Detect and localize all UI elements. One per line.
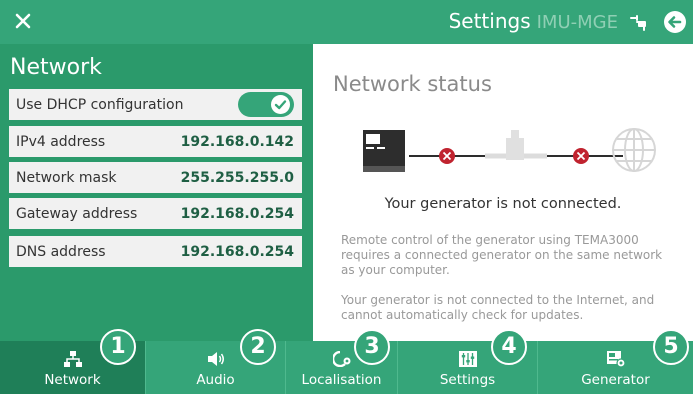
dhcp-row[interactable]: Use DHCP configuration: [9, 89, 302, 120]
dns-row[interactable]: DNS address 192.168.0.254: [9, 236, 302, 267]
tab-label: Audio: [196, 372, 235, 388]
dhcp-toggle[interactable]: [238, 92, 294, 117]
gateway-label: Gateway address: [16, 205, 138, 222]
globe-icon: [612, 128, 656, 172]
localisation-icon: [332, 351, 350, 367]
network-switch-icon: [485, 130, 547, 160]
tab-label: Settings: [439, 372, 496, 388]
step-badge-5: 5: [653, 329, 689, 365]
step-badge-1: 1: [100, 329, 136, 365]
generator-device-icon: [363, 130, 405, 172]
section-title: Network: [10, 55, 102, 80]
close-button[interactable]: [10, 8, 36, 34]
error-x-icon: [573, 148, 589, 164]
gateway-value: 192.168.0.254: [180, 205, 294, 222]
network-settings-panel: Network Use DHCP configuration IPv4 addr…: [0, 44, 313, 341]
sliders-icon: [458, 351, 477, 367]
check-icon: [274, 100, 287, 110]
dns-label: DNS address: [16, 243, 106, 260]
netmask-value: 255.255.255.0: [180, 169, 294, 186]
dns-value: 192.168.0.254: [180, 243, 294, 260]
ipv4-label: IPv4 address: [16, 133, 106, 150]
error-x-icon: [439, 148, 455, 164]
step-badge-4: 4: [491, 329, 527, 365]
plug-icon: [630, 15, 646, 31]
ipv4-value: 192.168.0.142: [180, 133, 294, 150]
speaker-icon: [207, 352, 224, 366]
tab-label: Localisation: [301, 372, 382, 388]
remote-control-info: Remote control of the generator using TE…: [341, 233, 686, 278]
info-line: requires a connected generator on the sa…: [341, 248, 663, 262]
connection-status-message: Your generator is not connected.: [384, 196, 622, 212]
update-info: Your generator is not connected to the I…: [341, 293, 686, 323]
toggle-knob: [271, 95, 290, 114]
tab-label: Network: [44, 372, 101, 388]
network-icon: [63, 351, 82, 367]
info-line: Remote control of the generator using TE…: [341, 233, 639, 247]
top-bar: Settings IMU-MGE: [0, 0, 693, 44]
step-badge-3: 3: [354, 329, 390, 365]
info-line: cannot automatically check for updates.: [341, 308, 584, 322]
page-title: Settings: [448, 9, 531, 33]
back-arrow-icon: [664, 11, 686, 33]
connection-diagram: [363, 128, 656, 172]
dhcp-label: Use DHCP configuration: [16, 96, 184, 113]
device-name: IMU-MGE: [536, 12, 618, 33]
status-title: Network status: [333, 72, 492, 96]
info-line: Your generator is not connected to the I…: [341, 293, 655, 307]
netmask-row[interactable]: Network mask 255.255.255.0: [9, 162, 302, 193]
info-line: as your computer.: [341, 263, 450, 277]
generator-icon: [606, 351, 625, 367]
gateway-row[interactable]: Gateway address 192.168.0.254: [9, 198, 302, 229]
netmask-label: Network mask: [16, 169, 117, 186]
step-badge-2: 2: [240, 329, 276, 365]
back-button[interactable]: [663, 10, 687, 34]
tab-label: Generator: [581, 372, 650, 388]
close-icon: [15, 13, 31, 29]
network-status-panel: Network status Your generator is not con…: [313, 44, 693, 341]
ipv4-row[interactable]: IPv4 address 192.168.0.142: [9, 126, 302, 157]
title-area: Settings IMU-MGE: [449, 9, 618, 35]
